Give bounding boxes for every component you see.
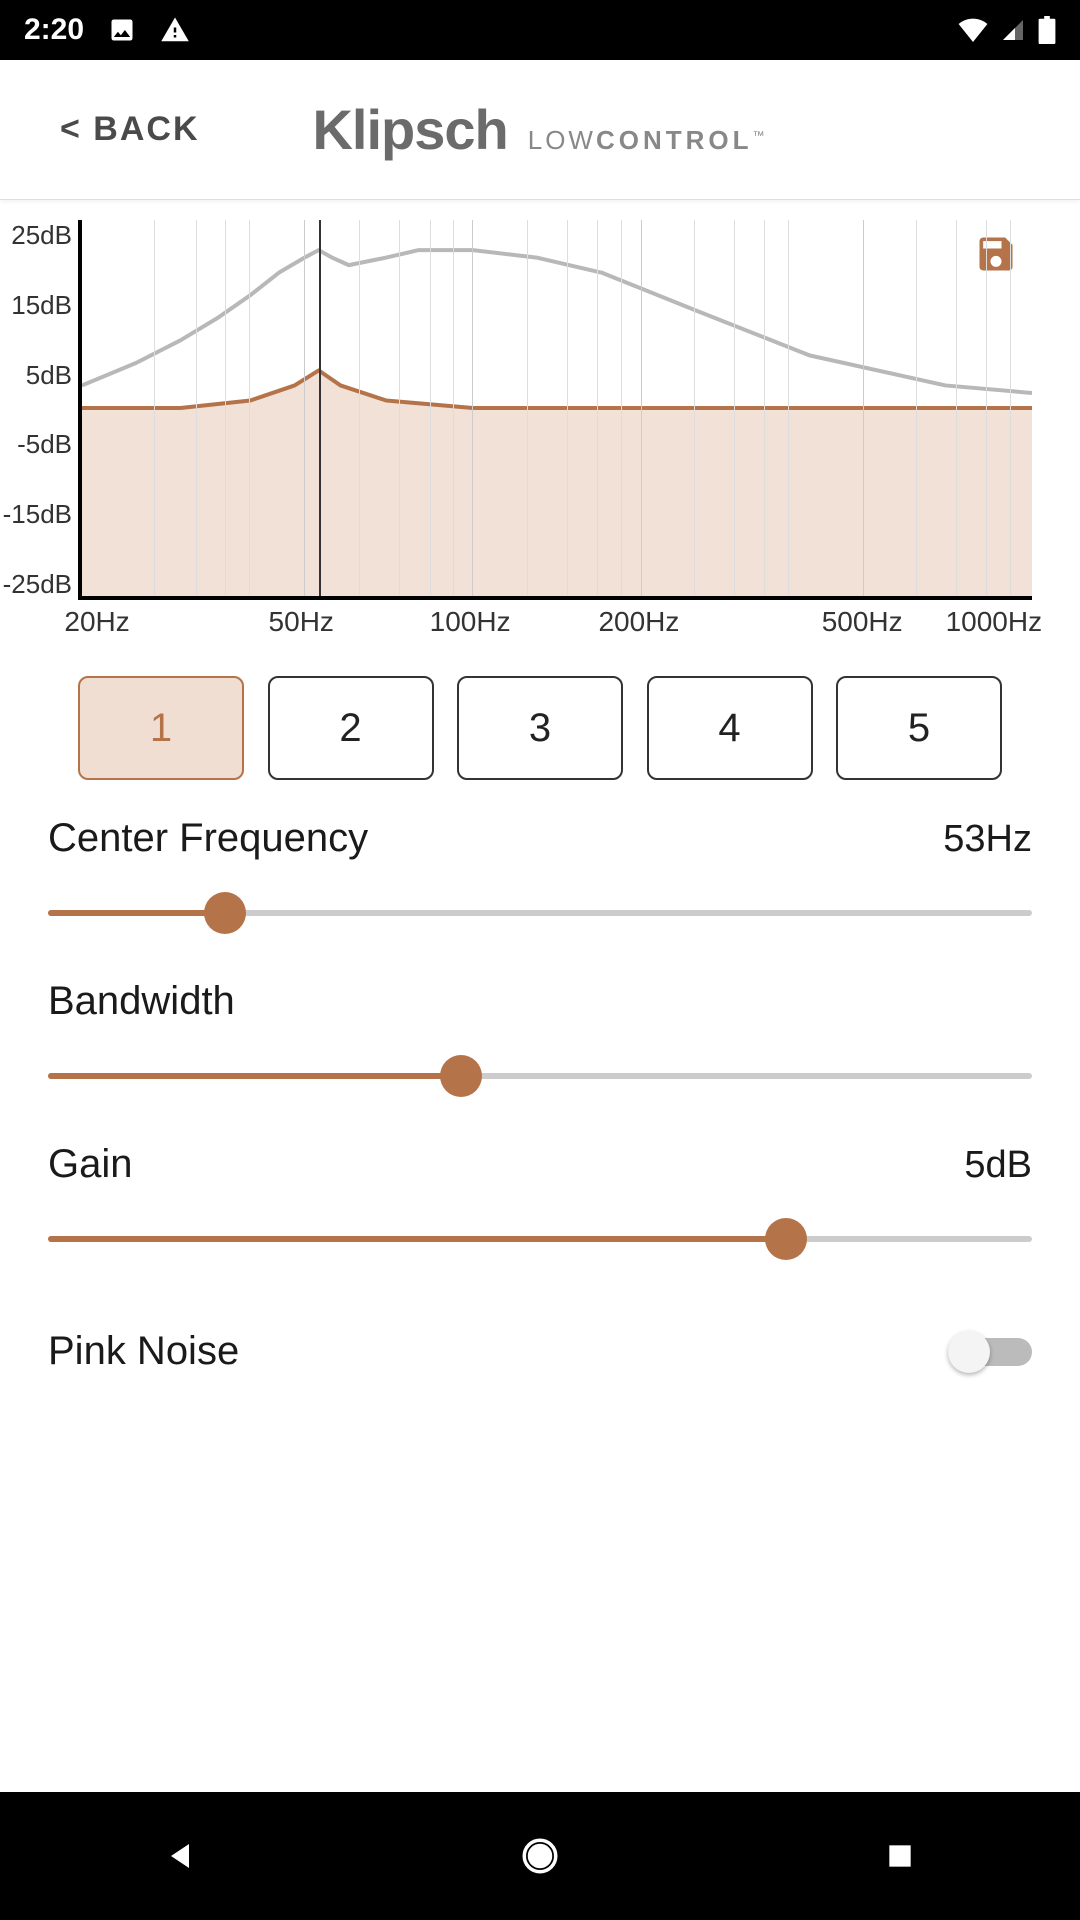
band-tab-5[interactable]: 5 [836,676,1002,780]
pink-noise-label: Pink Noise [48,1329,239,1374]
save-icon[interactable] [974,232,1018,281]
gain-label: Gain [48,1142,133,1187]
band-tab-2[interactable]: 2 [268,676,434,780]
y-axis: 25dB15dB5dB-5dB-15dB-25dB [8,220,78,600]
app-header: < BACK Klipsch LOWCONTROL™ [0,60,1080,200]
band-tab-3[interactable]: 3 [457,676,623,780]
status-time: 2:20 [24,13,84,47]
nav-home-button[interactable] [515,1831,565,1881]
band-tab-4[interactable]: 4 [647,676,813,780]
image-icon [108,16,136,44]
back-button[interactable]: < BACK [60,110,200,149]
x-axis: 20Hz50Hz100Hz200Hz500Hz1000Hz [78,606,1032,646]
eq-chart: 25dB15dB5dB-5dB-15dB-25dB 20Hz50Hz100Hz2… [8,220,1072,646]
wifi-icon [958,18,988,42]
center-freq-value: 53Hz [943,818,1032,861]
nav-recent-button[interactable] [875,1831,925,1881]
band-selector: 12345 [78,676,1002,780]
chart-plot-area[interactable] [78,220,1032,600]
status-bar: 2:20 [0,0,1080,60]
bandwidth-slider[interactable] [48,1046,1032,1106]
bandwidth-label: Bandwidth [48,979,235,1024]
nav-back-button[interactable] [155,1831,205,1881]
band-tab-1[interactable]: 1 [78,676,244,780]
warning-icon [160,15,190,45]
center-freq-slider[interactable] [48,883,1032,943]
center-freq-label: Center Frequency [48,816,368,861]
cell-signal-icon [1000,18,1026,42]
gain-slider[interactable] [48,1209,1032,1269]
pink-noise-toggle[interactable] [948,1331,1032,1373]
gain-value: 5dB [964,1144,1032,1187]
battery-icon [1038,16,1056,44]
brand-logo: Klipsch LOWCONTROL™ [312,97,767,162]
android-nav-bar [0,1792,1080,1920]
